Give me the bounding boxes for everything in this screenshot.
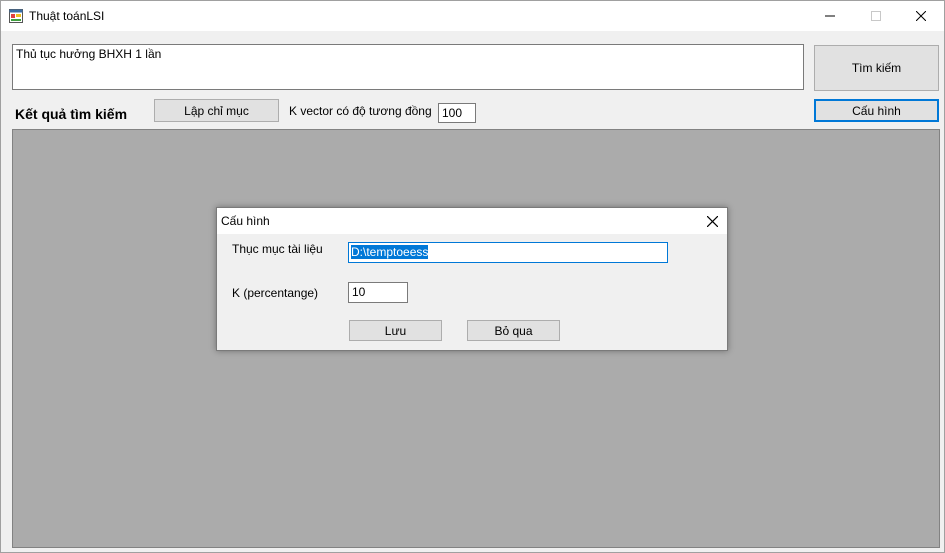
config-button[interactable]: Cấu hình — [814, 99, 939, 122]
k-vector-input[interactable]: 100 — [438, 103, 476, 123]
folder-input-value: D:\temptoeess — [351, 245, 429, 259]
close-icon — [706, 215, 718, 227]
maximize-icon — [871, 11, 881, 21]
k-percentage-input[interactable]: 10 — [348, 282, 408, 303]
cancel-button[interactable]: Bỏ qua — [467, 320, 560, 341]
main-window: Thuật toánLSI Thủ tục hưởng BHXH 1 lần T… — [0, 0, 945, 553]
window-title: Thuật toánLSI — [29, 9, 105, 23]
close-icon — [916, 11, 926, 21]
search-input[interactable]: Thủ tục hưởng BHXH 1 lần — [12, 44, 804, 90]
maximize-button[interactable] — [853, 1, 899, 31]
index-button[interactable]: Lập chỉ mục — [154, 99, 279, 122]
minimize-button[interactable] — [807, 1, 853, 31]
minimize-icon — [825, 15, 835, 17]
app-window-icon — [9, 9, 23, 23]
close-button[interactable] — [898, 1, 944, 31]
folder-label: Thục mục tài liệu — [232, 242, 323, 256]
results-heading: Kết quả tìm kiếm — [15, 106, 128, 122]
dialog-close-button[interactable] — [701, 211, 723, 231]
save-button[interactable]: Lưu — [349, 320, 442, 341]
config-dialog: Cấu hình Thục mục tài liệu D:\temptoeess… — [216, 207, 728, 351]
k-vector-label: K vector có độ tương đồng — [289, 104, 432, 118]
search-button[interactable]: Tìm kiếm — [814, 45, 939, 91]
folder-input[interactable]: D:\temptoeess — [348, 242, 668, 263]
title-bar[interactable]: Thuật toánLSI — [1, 1, 944, 31]
dialog-title: Cấu hình — [221, 214, 270, 228]
k-percentage-label: K (percentange) — [232, 286, 319, 300]
dialog-title-bar[interactable]: Cấu hình — [217, 208, 727, 234]
